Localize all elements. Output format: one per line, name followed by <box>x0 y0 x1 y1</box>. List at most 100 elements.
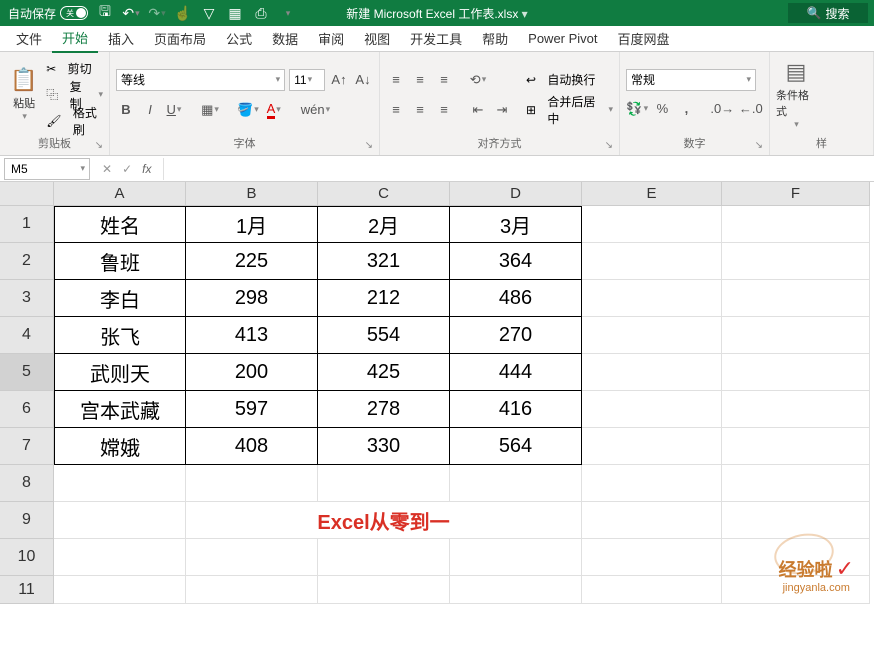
row-header[interactable]: 4 <box>0 317 54 354</box>
tab-baidu[interactable]: 百度网盘 <box>608 25 680 52</box>
undo-icon[interactable]: ↶▾ <box>122 4 140 22</box>
col-header-F[interactable]: F <box>722 182 870 206</box>
cell-note[interactable]: Excel从零到一 <box>186 502 582 539</box>
cell[interactable] <box>582 465 722 502</box>
row-header[interactable]: 6 <box>0 391 54 428</box>
name-box[interactable]: M5 ▾ <box>4 158 90 180</box>
select-all-corner[interactable] <box>0 182 54 206</box>
align-bottom-icon[interactable]: ≡ <box>434 70 454 90</box>
cell[interactable] <box>582 428 722 465</box>
cell[interactable] <box>582 502 722 539</box>
launcher-icon[interactable]: ↘ <box>365 140 373 151</box>
cell[interactable]: 200 <box>186 354 318 391</box>
cell[interactable] <box>450 576 582 604</box>
cell[interactable]: 408 <box>186 428 318 465</box>
cell[interactable] <box>722 206 870 243</box>
tab-help[interactable]: 帮助 <box>472 25 518 52</box>
cell[interactable] <box>186 465 318 502</box>
cell[interactable]: 宫本武藏 <box>54 391 186 428</box>
underline-button[interactable]: U▾ <box>164 100 184 120</box>
cell[interactable]: 416 <box>450 391 582 428</box>
cell[interactable] <box>450 539 582 576</box>
tab-data[interactable]: 数据 <box>262 25 308 52</box>
fill-color-button[interactable]: 🪣▾ <box>236 100 260 120</box>
cell[interactable]: 2月 <box>318 206 450 243</box>
font-color-button[interactable]: A▾ <box>264 100 284 120</box>
cell[interactable]: 1月 <box>186 206 318 243</box>
col-header-A[interactable]: A <box>54 182 186 206</box>
align-top-icon[interactable]: ≡ <box>386 70 406 90</box>
cell[interactable] <box>722 354 870 391</box>
autosave-toggle[interactable]: 自动保存 关 <box>8 5 88 22</box>
comma-icon[interactable]: , <box>676 99 696 119</box>
cell[interactable] <box>582 206 722 243</box>
filter-icon[interactable]: ▽ <box>200 4 218 22</box>
cell[interactable] <box>318 465 450 502</box>
col-header-E[interactable]: E <box>582 182 722 206</box>
row-header[interactable]: 10 <box>0 539 54 576</box>
fx-icon[interactable]: fx <box>142 162 151 176</box>
cell[interactable] <box>722 317 870 354</box>
col-header-D[interactable]: D <box>450 182 582 206</box>
chevron-down-icon[interactable]: ▾ <box>80 163 85 174</box>
row-header[interactable]: 5 <box>0 354 54 391</box>
cell[interactable] <box>186 576 318 604</box>
wrap-text-button[interactable]: ↩ 自动换行 <box>526 68 613 92</box>
cell[interactable]: 张飞 <box>54 317 186 354</box>
tab-file[interactable]: 文件 <box>6 25 52 52</box>
tab-review[interactable]: 审阅 <box>308 25 354 52</box>
tab-formulas[interactable]: 公式 <box>216 25 262 52</box>
align-center-icon[interactable]: ≡ <box>410 100 430 120</box>
formula-accept-icon[interactable]: ✓ <box>122 162 132 176</box>
cell[interactable]: 3月 <box>450 206 582 243</box>
cell[interactable] <box>186 539 318 576</box>
row-header[interactable]: 2 <box>0 243 54 280</box>
camera-icon[interactable]: ⎙ <box>252 4 270 22</box>
cell[interactable] <box>722 243 870 280</box>
qat-more-icon[interactable]: ▾ <box>279 4 297 22</box>
cell[interactable] <box>582 539 722 576</box>
cell[interactable]: 597 <box>186 391 318 428</box>
row-header[interactable]: 3 <box>0 280 54 317</box>
row-header[interactable]: 11 <box>0 576 54 604</box>
cell[interactable] <box>54 502 186 539</box>
formula-bar[interactable] <box>163 158 874 180</box>
touch-icon[interactable]: ☝ <box>174 4 192 22</box>
cell[interactable]: 321 <box>318 243 450 280</box>
cell[interactable]: 武则天 <box>54 354 186 391</box>
cell[interactable] <box>722 502 870 539</box>
save-icon[interactable]: 🖫 <box>96 4 114 22</box>
cell[interactable]: 鲁班 <box>54 243 186 280</box>
cell[interactable]: 嫦娥 <box>54 428 186 465</box>
cell[interactable] <box>318 539 450 576</box>
italic-button[interactable]: I <box>140 100 160 120</box>
cell[interactable] <box>582 391 722 428</box>
cell[interactable]: 444 <box>450 354 582 391</box>
font-size-combo[interactable]: 11▾ <box>289 69 325 91</box>
cell[interactable] <box>722 280 870 317</box>
phonetic-button[interactable]: wén▾ <box>300 100 331 120</box>
tab-pagelayout[interactable]: 页面布局 <box>144 25 216 52</box>
redo-icon[interactable]: ↷▾ <box>148 4 166 22</box>
search-box[interactable]: 🔍 搜索 <box>788 3 868 23</box>
cell[interactable]: 李白 <box>54 280 186 317</box>
cell[interactable] <box>54 539 186 576</box>
row-header[interactable]: 8 <box>0 465 54 502</box>
form-icon[interactable]: ▦ <box>226 4 244 22</box>
cell[interactable] <box>582 243 722 280</box>
cell[interactable] <box>582 576 722 604</box>
cell[interactable]: 364 <box>450 243 582 280</box>
cell[interactable]: 270 <box>450 317 582 354</box>
border-button[interactable]: ▦▾ <box>200 100 220 120</box>
cell[interactable] <box>582 317 722 354</box>
bold-button[interactable]: B <box>116 100 136 120</box>
align-left-icon[interactable]: ≡ <box>386 100 406 120</box>
formula-cancel-icon[interactable]: ✕ <box>102 162 112 176</box>
cell[interactable]: 564 <box>450 428 582 465</box>
cell[interactable] <box>582 280 722 317</box>
cell[interactable]: 486 <box>450 280 582 317</box>
decrease-decimal-icon[interactable]: ←.0 <box>739 99 763 119</box>
number-format-combo[interactable]: 常规▾ <box>626 69 756 91</box>
decrease-indent-icon[interactable]: ⇤ <box>468 100 488 120</box>
cell[interactable] <box>54 465 186 502</box>
